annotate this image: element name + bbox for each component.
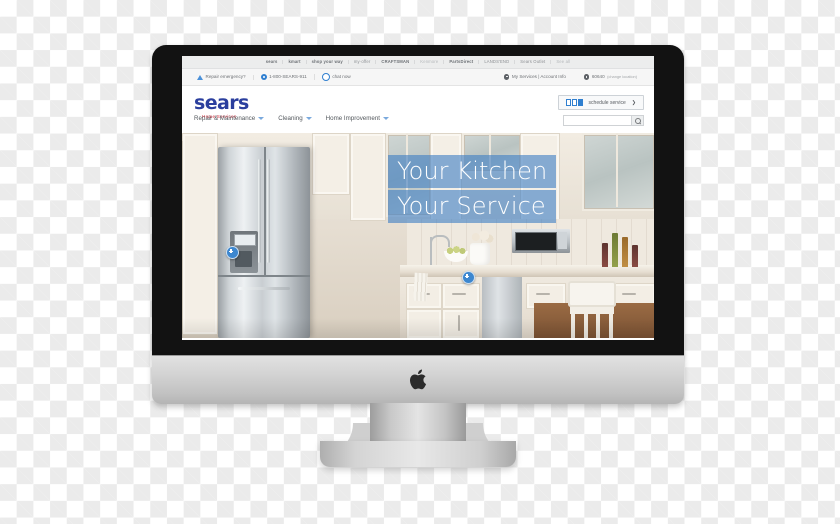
location-link[interactable]: 60640 (change location) <box>575 73 646 80</box>
change-location-label: (change location) <box>607 74 637 80</box>
brand-link-see-all[interactable]: See all <box>551 59 575 64</box>
cabinet-panel <box>312 133 350 195</box>
repair-emergency-label: Repair emergency? <box>205 73 246 79</box>
bottle <box>602 243 608 267</box>
search-icon <box>634 117 641 124</box>
calendar-icon <box>565 99 583 106</box>
apple-logo-icon <box>410 369 427 390</box>
cabinet-handle <box>536 293 550 295</box>
site-header: sears Home Services schedule service ❯ R… <box>182 86 654 133</box>
zip-label: 60640 <box>591 73 605 79</box>
my-services-label: My Services | Account Info <box>511 73 566 79</box>
search-input[interactable] <box>563 115 631 126</box>
brand-link-kmart[interactable]: kmart <box>283 59 307 65</box>
chevron-down-icon <box>383 117 390 120</box>
cabinet-handle <box>622 293 636 295</box>
hero-bottom-shadow <box>182 318 654 338</box>
chat-icon <box>321 73 330 81</box>
utility-bar: Repair emergency? 1-800-SEARS-911 chat n… <box>182 69 654 86</box>
nav-label-cleaning: Cleaning <box>278 115 303 122</box>
faucet <box>430 237 433 265</box>
hero-headline: Your Kitchen Your Service <box>388 155 557 223</box>
brand-link-sears[interactable]: sears <box>261 59 284 65</box>
chair-seat <box>570 307 614 314</box>
chevron-right-icon: ❯ <box>631 99 636 106</box>
fridge-freezer-divider <box>218 275 310 277</box>
imac-chin <box>152 355 684 404</box>
imac-stand-base <box>320 441 516 467</box>
cabinet-panel <box>350 133 386 221</box>
chair-back <box>568 281 616 307</box>
freezer-handle <box>238 287 290 290</box>
fridge-surround <box>182 141 183 338</box>
search-area <box>563 115 644 126</box>
fridge-handle-right <box>267 159 270 263</box>
fridge-door-split <box>264 147 266 275</box>
bottle <box>622 237 628 267</box>
screen: sears kmart shop your way my·offer CRAFT… <box>182 56 654 340</box>
warning-icon <box>197 74 203 80</box>
tall-cabinet-left <box>182 133 218 335</box>
utility-bar-right: My Services | Account Info 60640 (change… <box>495 73 646 80</box>
phone-link[interactable]: 1-800-SEARS-911 <box>254 74 315 80</box>
nav-item-cleaning[interactable]: Cleaning <box>278 115 312 122</box>
brand-link-sears-outlet[interactable]: Sears Outlet <box>515 59 552 65</box>
fridge-handle-left <box>258 159 261 263</box>
hero-banner: Your Kitchen Your Service <box>182 133 654 338</box>
main-navigation: Repair & Maintenance Cleaning Home Impro… <box>194 115 390 122</box>
nav-label-repair-maintenance: Repair & Maintenance <box>194 115 256 122</box>
chevron-down-icon <box>305 117 312 120</box>
chin-edge <box>152 355 684 356</box>
chevron-down-icon <box>258 117 265 120</box>
my-services-link[interactable]: My Services | Account Info <box>495 73 575 80</box>
imac-mockup: sears kmart shop your way my·offer CRAFT… <box>152 45 684 467</box>
bottle <box>612 233 618 267</box>
bottle <box>632 245 638 267</box>
schedule-service-label: schedule service <box>588 99 626 106</box>
brand-bar: sears kmart shop your way my·offer CRAFT… <box>182 56 654 69</box>
location-pin-icon <box>583 74 590 80</box>
brand-link-my-offer[interactable]: my·offer <box>349 59 377 65</box>
schedule-service-button[interactable]: schedule service ❯ <box>557 95 644 110</box>
brand-link-shop-your-way[interactable]: shop your way <box>307 59 349 65</box>
monitor-bezel: sears kmart shop your way my·offer CRAFT… <box>152 45 684 357</box>
hero-hotspot-refrigerator[interactable] <box>226 246 239 259</box>
microwave-control-panel <box>558 232 567 249</box>
dish-towel <box>413 272 428 302</box>
repair-emergency-link[interactable]: Repair emergency? <box>190 73 254 80</box>
glass-cabinet-right <box>582 133 654 211</box>
microwave-door <box>515 232 557 251</box>
flowers <box>468 229 494 245</box>
microwave <box>512 229 570 253</box>
brand-link-lands-end[interactable]: LANDS'END <box>479 59 516 65</box>
cabinet-handle <box>452 293 466 295</box>
phone-label: 1-800-SEARS-911 <box>269 73 307 79</box>
stand-curve-right <box>460 423 516 443</box>
brand-link-craftsman[interactable]: CRAFTSMAN <box>376 59 416 65</box>
brand-link-partsdirect[interactable]: PartsDirect <box>444 59 480 65</box>
pitcher <box>470 243 490 265</box>
utility-bar-left: Repair emergency? 1-800-SEARS-911 chat n… <box>190 73 358 81</box>
chat-now-link[interactable]: chat now <box>315 73 358 81</box>
nav-label-home-improvement: Home Improvement <box>325 115 381 122</box>
cabinet-mullion <box>616 133 618 207</box>
search-button[interactable] <box>631 115 644 126</box>
hero-headline-line-1: Your Kitchen <box>388 155 557 188</box>
refrigerator <box>218 147 310 338</box>
limes <box>446 246 466 254</box>
dispenser-panel <box>234 234 256 246</box>
hero-hotspot-dishwasher[interactable] <box>462 271 475 284</box>
stand-curve-left <box>320 423 376 443</box>
logo-wordmark: sears <box>194 92 249 114</box>
phone-icon <box>260 74 267 80</box>
cabinet-door <box>442 283 480 309</box>
chat-now-label: chat now <box>332 73 351 79</box>
nav-item-repair-maintenance[interactable]: Repair & Maintenance <box>194 115 265 122</box>
person-icon <box>504 74 510 80</box>
brand-link-kenmore[interactable]: Kenmore <box>415 59 445 65</box>
hero-headline-line-2: Your Service <box>388 190 557 223</box>
nav-item-home-improvement[interactable]: Home Improvement <box>325 115 390 122</box>
